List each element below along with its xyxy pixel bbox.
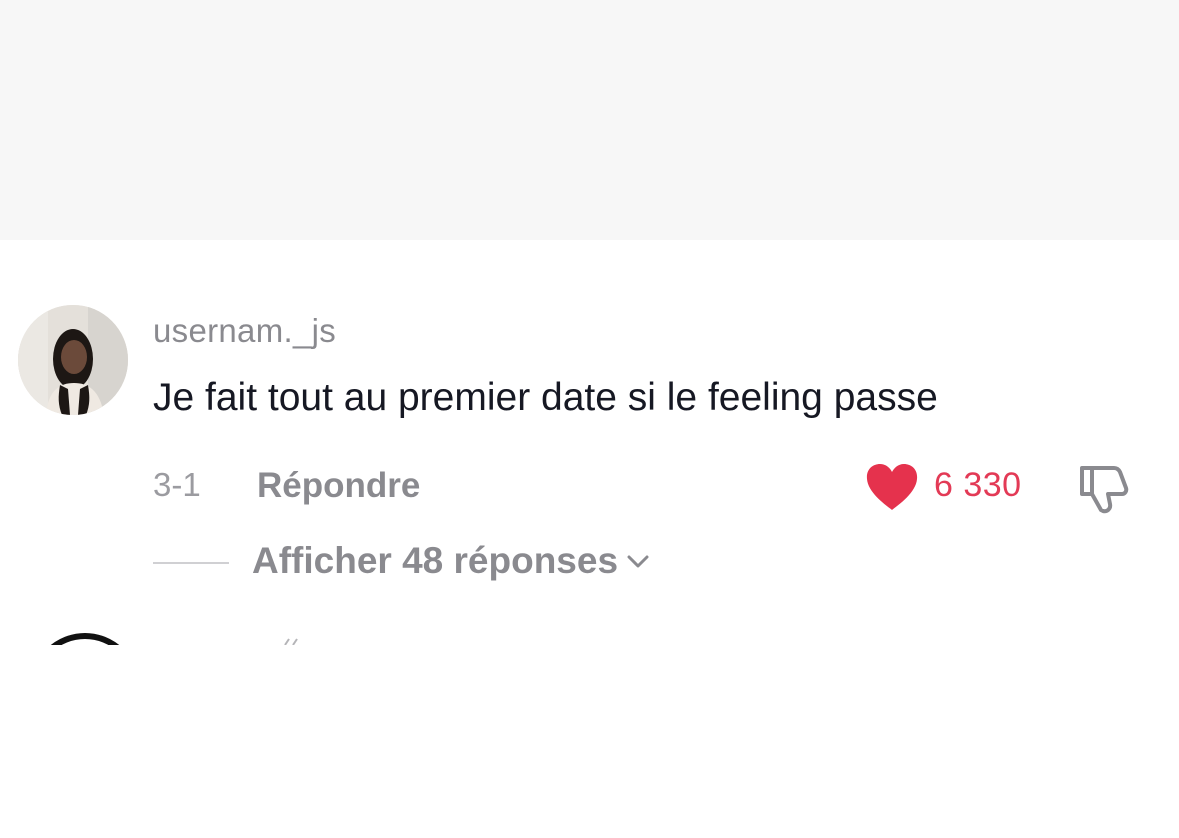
thumbs-down-icon[interactable] bbox=[1074, 460, 1132, 516]
chevron-down-icon bbox=[627, 555, 649, 568]
replies-divider bbox=[153, 562, 229, 564]
comment-date: 3-1 bbox=[153, 466, 201, 503]
view-replies-label: Afficher 48 réponses bbox=[252, 540, 619, 581]
heart-icon[interactable] bbox=[864, 462, 920, 512]
view-replies-button[interactable]: Afficher 48 réponses bbox=[252, 540, 652, 582]
comment-text: Je fait tout au premier date si le feeli… bbox=[153, 376, 938, 419]
comment-item: usernam._js Je fait tout au premier date… bbox=[0, 240, 1179, 743]
avatar[interactable] bbox=[18, 305, 128, 415]
comment-username[interactable]: usernam._js bbox=[153, 312, 336, 350]
like-count: 6 330 bbox=[934, 466, 1022, 504]
reply-button[interactable]: Répondre bbox=[257, 466, 420, 506]
previous-content-area bbox=[0, 0, 1179, 240]
following-content-area bbox=[0, 645, 1179, 838]
